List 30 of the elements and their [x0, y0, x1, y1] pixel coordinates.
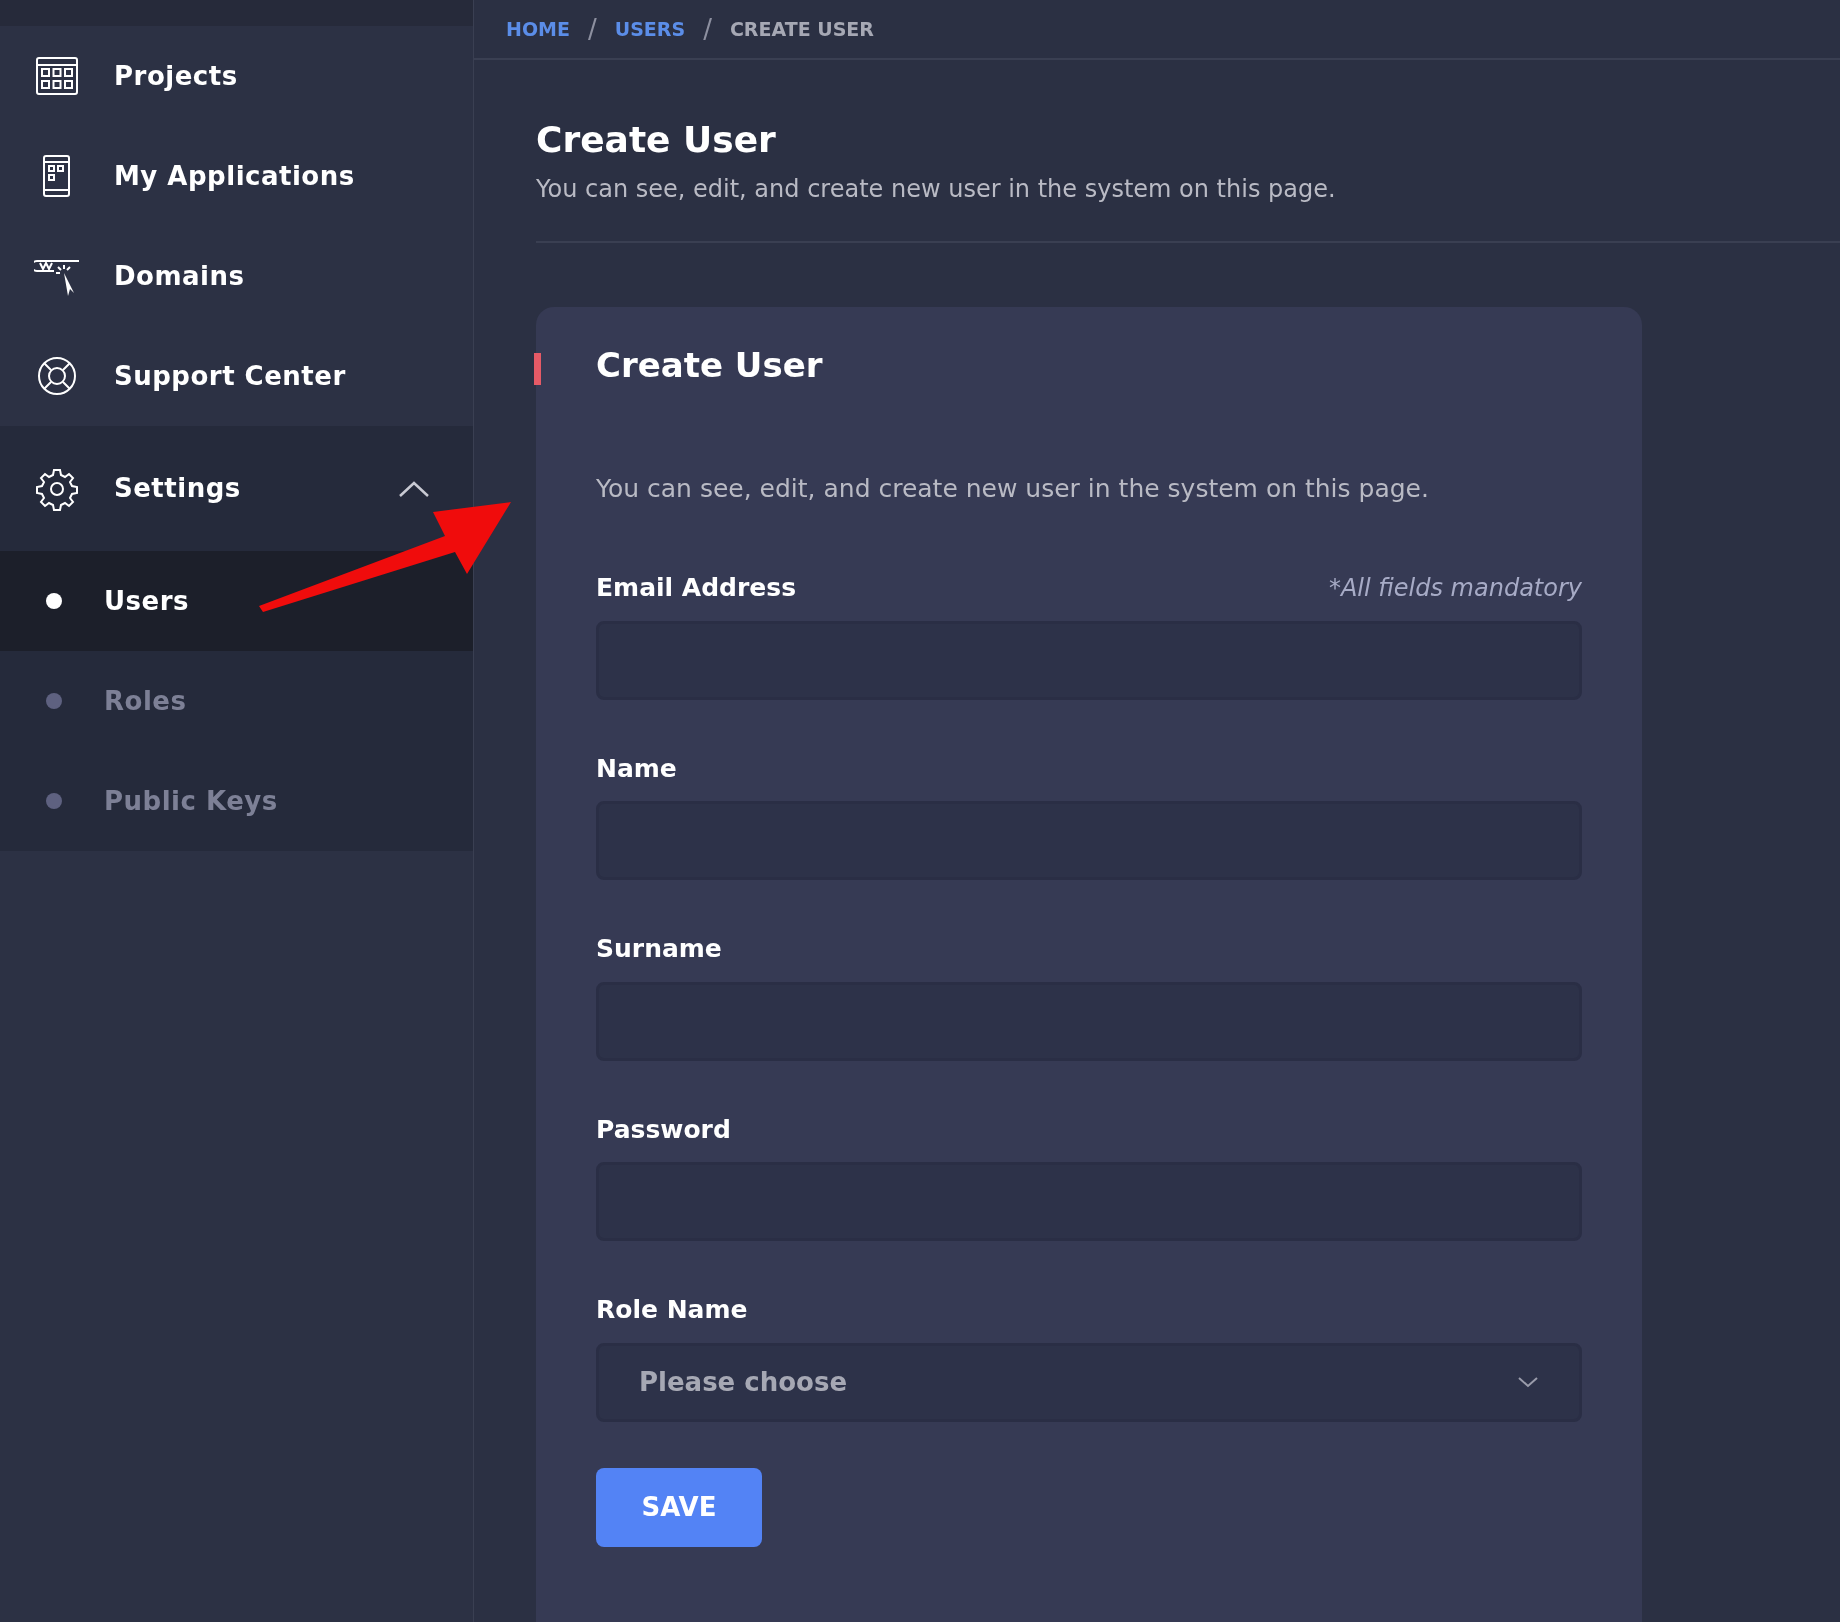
bullet-icon: [46, 593, 62, 609]
breadcrumb-link[interactable]: USERS: [614, 14, 686, 44]
field-label: Name: [596, 753, 677, 785]
breadcrumb-current: CREATE USER: [729, 16, 874, 42]
sidebar-item[interactable]: Projects: [0, 26, 473, 126]
bullet-icon: [46, 793, 62, 809]
role-select[interactable]: Please choose: [596, 1343, 1582, 1422]
caret-icon: [1517, 1375, 1539, 1390]
sidebar-subitem[interactable]: Roles: [0, 651, 473, 751]
sidebar-subitem[interactable]: Users: [0, 551, 473, 651]
sidebar-item[interactable]: My Applications: [0, 126, 473, 226]
form-description: You can see, edit, and create new user in the system on this page.: [596, 473, 1430, 505]
breadcrumb-separator: /: [587, 12, 597, 46]
breadcrumb-separator: /: [703, 12, 712, 46]
accent-bar: [534, 353, 541, 386]
mandatory-note: *All fields mandatory: [1328, 573, 1582, 605]
field-label: Role Name: [596, 1294, 748, 1327]
field-label: Password: [596, 1114, 731, 1146]
form-title: Create User: [596, 345, 824, 386]
sidebar-item[interactable]: Domains: [0, 226, 473, 326]
save-button[interactable]: SAVE: [596, 1468, 762, 1547]
page-title: Create User: [536, 118, 777, 162]
bullet-icon: [46, 693, 62, 709]
sidebar-item[interactable]: Settings: [0, 426, 473, 551]
field-label: Email Address: [596, 572, 797, 605]
sidebar-subitem[interactable]: Public Keys: [0, 751, 473, 851]
page-subtitle: You can see, edit, and create new user in the system on this page.: [536, 174, 1337, 206]
field-label: Surname: [596, 933, 722, 966]
breadcrumb-link[interactable]: HOME: [506, 14, 570, 44]
sidebar-item[interactable]: Support Center: [0, 326, 473, 426]
